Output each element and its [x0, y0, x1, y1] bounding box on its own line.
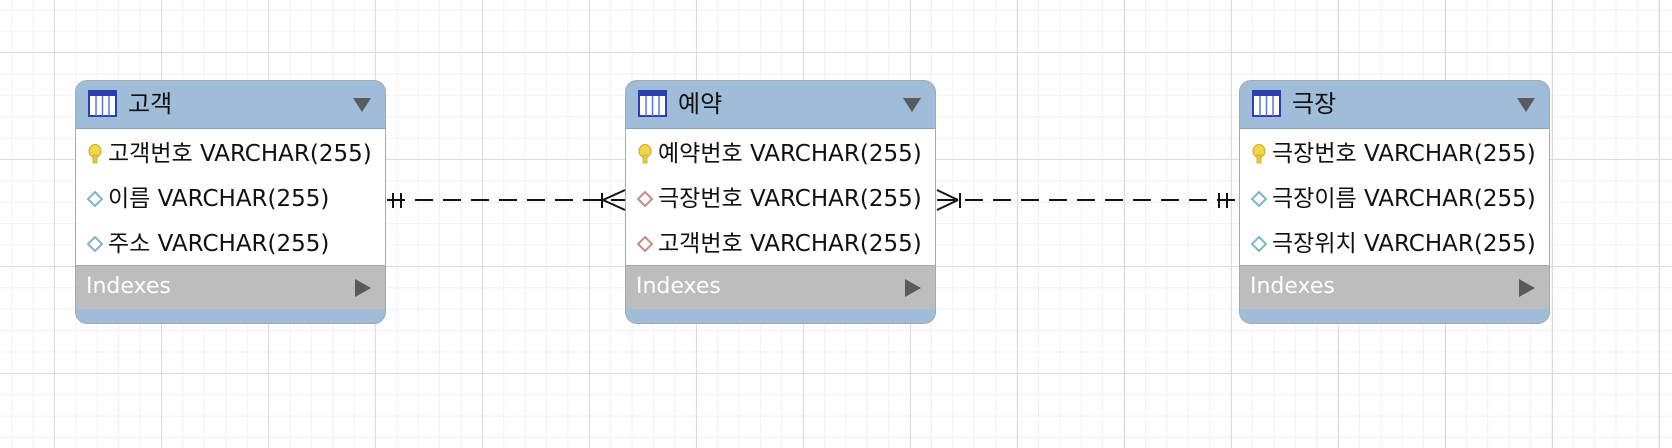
entity-reservation[interactable]: 예약 예약번호 VARCHAR(255) 극장번호 VARCHAR(255) 고… [625, 80, 936, 324]
entity-header[interactable]: 고객 [76, 81, 385, 129]
primary-key-icon [1252, 144, 1266, 164]
crows-foot-mark [936, 199, 959, 211]
column-list: 예약번호 VARCHAR(255) 극장번호 VARCHAR(255) 고객번호… [626, 129, 935, 265]
column-text: 극장이름 VARCHAR(255) [1272, 186, 1536, 212]
column-diamond-icon [86, 190, 104, 208]
column-diamond-icon [1250, 235, 1268, 253]
indexes-section[interactable]: Indexes [626, 265, 935, 309]
foreign-key-diamond-icon [636, 235, 654, 253]
column-row[interactable]: 주소 VARCHAR(255) [76, 221, 385, 266]
column-text: 예약번호 VARCHAR(255) [658, 141, 922, 167]
entity-footer [76, 309, 385, 323]
entity-theater[interactable]: 극장 극장번호 VARCHAR(255) 극장이름 VARCHAR(255) 극… [1239, 80, 1550, 324]
entity-header[interactable]: 극장 [1240, 81, 1549, 129]
column-row[interactable]: 고객번호 VARCHAR(255) [76, 131, 385, 176]
entity-footer [626, 309, 935, 323]
column-row[interactable]: 이름 VARCHAR(255) [76, 176, 385, 221]
column-text: 극장번호 VARCHAR(255) [658, 186, 922, 212]
indexes-label: Indexes [86, 274, 171, 299]
column-diamond-icon [86, 235, 104, 253]
crows-foot-mark [602, 199, 626, 211]
column-list: 극장번호 VARCHAR(255) 극장이름 VARCHAR(255) 극장위치… [1240, 129, 1549, 265]
column-row[interactable]: 예약번호 VARCHAR(255) [626, 131, 935, 176]
table-icon [638, 90, 667, 117]
column-row[interactable]: 극장번호 VARCHAR(255) [626, 176, 935, 221]
collapse-triangle-icon[interactable] [353, 98, 371, 112]
indexes-label: Indexes [1250, 274, 1335, 299]
column-row[interactable]: 극장위치 VARCHAR(255) [1240, 221, 1549, 266]
column-text: 고객번호 VARCHAR(255) [658, 231, 922, 257]
column-row[interactable]: 고객번호 VARCHAR(255) [626, 221, 935, 266]
column-row[interactable]: 극장이름 VARCHAR(255) [1240, 176, 1549, 221]
column-text: 주소 VARCHAR(255) [108, 231, 330, 257]
indexes-label: Indexes [636, 274, 721, 299]
primary-key-icon [88, 144, 102, 164]
table-icon [88, 90, 117, 117]
crows-foot-mark [936, 189, 959, 201]
column-list: 고객번호 VARCHAR(255) 이름 VARCHAR(255) 주소 VAR… [76, 129, 385, 265]
entity-footer [1240, 309, 1549, 323]
er-diagram-canvas[interactable]: 고객 고객번호 VARCHAR(255) 이름 VARCHAR(255) 주소 … [0, 0, 1672, 448]
expand-triangle-icon[interactable] [1519, 279, 1535, 297]
foreign-key-diamond-icon [636, 190, 654, 208]
column-text: 고객번호 VARCHAR(255) [108, 141, 372, 167]
crows-foot-mark [602, 189, 626, 201]
column-diamond-icon [1250, 190, 1268, 208]
column-row[interactable]: 극장번호 VARCHAR(255) [1240, 131, 1549, 176]
entity-customer[interactable]: 고객 고객번호 VARCHAR(255) 이름 VARCHAR(255) 주소 … [75, 80, 386, 324]
entity-title: 극장 [1292, 90, 1337, 118]
relationship-reservation-theater[interactable] [936, 189, 1238, 211]
expand-triangle-icon[interactable] [355, 279, 371, 297]
collapse-triangle-icon[interactable] [1517, 98, 1535, 112]
indexes-section[interactable]: Indexes [76, 265, 385, 309]
primary-key-icon [638, 144, 652, 164]
entity-header[interactable]: 예약 [626, 81, 935, 129]
relationship-customer-reservation[interactable] [387, 189, 626, 211]
table-icon [1252, 90, 1281, 117]
entity-title: 예약 [678, 90, 723, 118]
entity-title: 고객 [128, 90, 173, 118]
column-text: 이름 VARCHAR(255) [108, 186, 330, 212]
expand-triangle-icon[interactable] [905, 279, 921, 297]
column-text: 극장번호 VARCHAR(255) [1272, 141, 1536, 167]
collapse-triangle-icon[interactable] [903, 98, 921, 112]
indexes-section[interactable]: Indexes [1240, 265, 1549, 309]
column-text: 극장위치 VARCHAR(255) [1272, 231, 1536, 257]
